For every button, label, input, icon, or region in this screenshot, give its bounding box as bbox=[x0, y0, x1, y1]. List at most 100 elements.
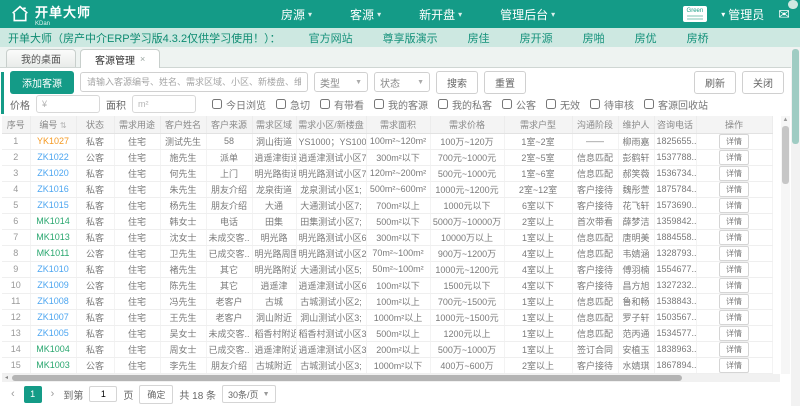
cell-code[interactable]: MK1004 bbox=[30, 341, 77, 358]
column-header-11[interactable]: 沟通阶段 bbox=[572, 116, 619, 134]
detail-button[interactable]: 详情 bbox=[719, 293, 749, 308]
column-header-6[interactable]: 需求区域 bbox=[252, 116, 297, 134]
cell-code[interactable]: MK1011 bbox=[30, 245, 77, 262]
notice-link[interactable]: 尊享版演示 bbox=[383, 30, 438, 46]
close-button[interactable]: 关闭 bbox=[742, 70, 784, 94]
notice-link[interactable]: 官方网站 bbox=[309, 30, 353, 46]
cell-code[interactable]: ZK1022 bbox=[30, 149, 77, 166]
page-scrollbar[interactable] bbox=[791, 48, 800, 406]
notice-link[interactable]: 房桥 bbox=[687, 30, 709, 46]
column-header-0[interactable]: 序号 bbox=[2, 116, 31, 134]
cell-code[interactable]: ZK1015 bbox=[30, 197, 77, 214]
filter-checkbox[interactable]: 客源回收站 bbox=[644, 97, 708, 112]
column-header-10[interactable]: 需求户型 bbox=[504, 116, 573, 134]
cell-code[interactable]: MK1014 bbox=[30, 213, 77, 230]
filter-checkbox[interactable]: 待审核 bbox=[590, 97, 634, 112]
add-customer-button[interactable]: 添加客源 bbox=[10, 70, 74, 94]
column-header-5[interactable]: 客户来源 bbox=[206, 116, 253, 134]
filter-checkbox[interactable]: 有带看 bbox=[320, 97, 364, 112]
checkbox-input[interactable] bbox=[644, 99, 654, 109]
checkbox-input[interactable] bbox=[502, 99, 512, 109]
price-input[interactable] bbox=[36, 95, 100, 113]
column-header-7[interactable]: 需求小区/新楼盘 bbox=[296, 116, 367, 134]
mail-button[interactable]: ✉ bbox=[778, 0, 798, 23]
detail-button[interactable]: 详情 bbox=[719, 181, 749, 196]
column-header-8[interactable]: 需求面积 bbox=[366, 116, 431, 134]
close-icon[interactable]: × bbox=[140, 54, 145, 64]
detail-button[interactable]: 详情 bbox=[719, 149, 749, 164]
checkbox-input[interactable] bbox=[438, 99, 448, 109]
detail-button[interactable]: 详情 bbox=[719, 213, 749, 228]
cell-code[interactable]: ZK1005 bbox=[30, 325, 77, 342]
filter-checkbox[interactable]: 无效 bbox=[546, 97, 580, 112]
search-input[interactable] bbox=[80, 72, 308, 92]
page-size-select[interactable]: 30条/页 ▼ bbox=[222, 385, 276, 403]
cell-code[interactable]: YK1027 bbox=[30, 133, 77, 150]
detail-button[interactable]: 详情 bbox=[719, 197, 749, 212]
notice-link[interactable]: 房佳 bbox=[468, 30, 490, 46]
sort-icon[interactable]: ⇅ bbox=[60, 121, 67, 130]
scroll-up-icon[interactable]: ▲ bbox=[781, 116, 790, 125]
next-page-button[interactable]: › bbox=[48, 388, 58, 400]
scroll-left-icon[interactable]: ◂ bbox=[2, 374, 11, 382]
column-header-1[interactable]: 编号 ⇅ bbox=[30, 116, 77, 134]
notice-link[interactable]: 房开源 bbox=[520, 30, 553, 46]
checkbox-input[interactable] bbox=[546, 99, 556, 109]
page-scroll-thumb[interactable] bbox=[792, 49, 799, 144]
tab[interactable]: 我的桌面 bbox=[6, 49, 76, 67]
vertical-scroll-thumb[interactable] bbox=[782, 126, 789, 184]
detail-button[interactable]: 详情 bbox=[719, 245, 749, 260]
detail-button[interactable]: 详情 bbox=[719, 165, 749, 180]
filter-checkbox[interactable]: 急切 bbox=[276, 97, 310, 112]
filter-checkbox[interactable]: 公客 bbox=[502, 97, 536, 112]
column-header-4[interactable]: 客户姓名 bbox=[160, 116, 207, 134]
cell-code[interactable]: ZK1009 bbox=[30, 277, 77, 294]
column-header-14[interactable]: 操作 bbox=[696, 116, 773, 134]
nav-menu-item[interactable]: 新开盘 ▾ bbox=[419, 6, 462, 23]
refresh-button[interactable]: 刷新 bbox=[694, 70, 736, 94]
checkbox-input[interactable] bbox=[212, 99, 222, 109]
cell-code[interactable]: ZK1020 bbox=[30, 165, 77, 182]
detail-button[interactable]: 详情 bbox=[719, 309, 749, 324]
goto-page-input[interactable] bbox=[89, 386, 118, 402]
user-menu[interactable]: ▾ 管理员 bbox=[721, 6, 764, 23]
notice-link[interactable]: 房优 bbox=[635, 30, 657, 46]
prev-page-button[interactable]: ‹ bbox=[8, 388, 18, 400]
nav-menu-item[interactable]: 客源 ▾ bbox=[350, 6, 381, 23]
search-button[interactable]: 搜索 bbox=[436, 70, 478, 94]
nav-menu-item[interactable]: 房源 ▾ bbox=[281, 6, 312, 23]
cell-code[interactable]: MK1003 bbox=[30, 357, 77, 374]
filter-checkbox[interactable]: 我的私客 bbox=[438, 97, 492, 112]
checkbox-input[interactable] bbox=[320, 99, 330, 109]
horizontal-scrollbar[interactable]: ◂ bbox=[2, 374, 780, 382]
detail-button[interactable]: 详情 bbox=[719, 133, 749, 148]
checkbox-input[interactable] bbox=[590, 99, 600, 109]
goto-confirm-button[interactable]: 确定 bbox=[139, 384, 174, 404]
column-header-9[interactable]: 需求价格 bbox=[430, 116, 505, 134]
table-vertical-scrollbar[interactable]: ▲ bbox=[781, 116, 790, 374]
detail-button[interactable]: 详情 bbox=[719, 357, 749, 372]
status-select[interactable]: 状态 ▼ bbox=[374, 72, 430, 92]
cell-code[interactable]: ZK1007 bbox=[30, 309, 77, 326]
cell-code[interactable]: ZK1016 bbox=[30, 181, 77, 198]
column-header-13[interactable]: 咨询电话 bbox=[654, 116, 697, 134]
area-input[interactable] bbox=[132, 95, 196, 113]
column-header-12[interactable]: 维护人 bbox=[618, 116, 655, 134]
cell-code[interactable]: ZK1008 bbox=[30, 293, 77, 310]
type-select[interactable]: 类型 ▼ bbox=[314, 72, 368, 92]
detail-button[interactable]: 详情 bbox=[719, 277, 749, 292]
nav-menu-item[interactable]: 管理后台 ▾ bbox=[500, 6, 555, 23]
filter-checkbox[interactable]: 今日浏览 bbox=[212, 97, 266, 112]
notice-link[interactable]: 房啪 bbox=[583, 30, 605, 46]
cell-code[interactable]: MK1013 bbox=[30, 229, 77, 246]
tab-active[interactable]: 客源管理 × bbox=[80, 49, 161, 68]
filter-checkbox[interactable]: 我的客源 bbox=[374, 97, 428, 112]
detail-button[interactable]: 详情 bbox=[719, 325, 749, 340]
cell-code[interactable]: ZK1010 bbox=[30, 261, 77, 278]
checkbox-input[interactable] bbox=[276, 99, 286, 109]
horizontal-scroll-thumb[interactable] bbox=[12, 375, 682, 381]
page-number-button[interactable]: 1 bbox=[23, 385, 42, 403]
column-header-3[interactable]: 需求用途 bbox=[114, 116, 161, 134]
reset-button[interactable]: 重置 bbox=[484, 70, 526, 94]
checkbox-input[interactable] bbox=[374, 99, 384, 109]
